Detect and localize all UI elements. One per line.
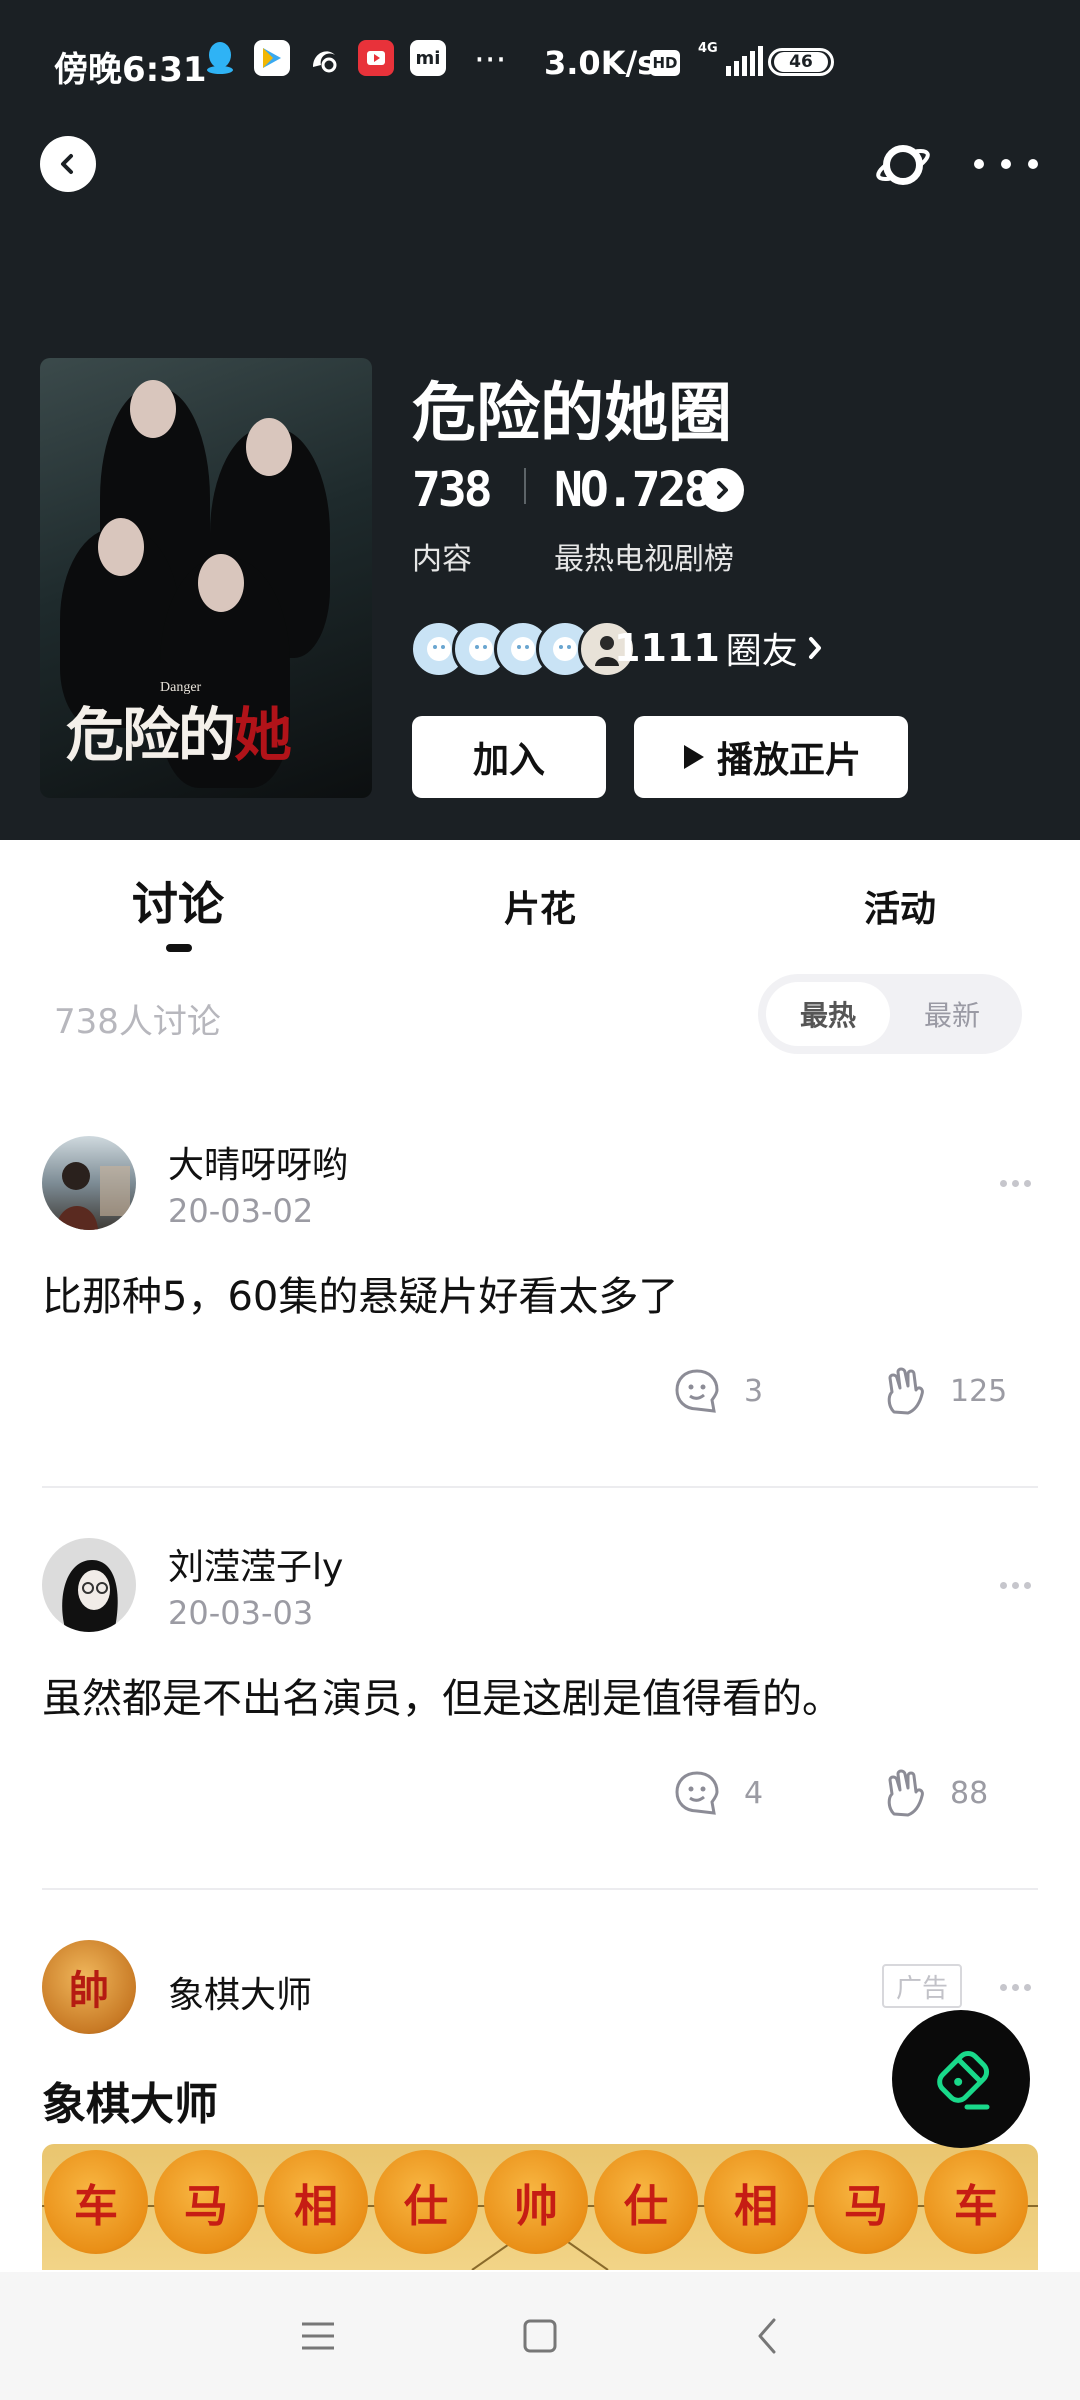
rank-label[interactable]: 最热电视剧榜 (554, 534, 734, 578)
discussion-count: 738人讨论 (54, 1002, 221, 1042)
like-hand-icon (887, 1769, 924, 1817)
avatar[interactable] (42, 1136, 136, 1230)
mi-icon: mi (410, 40, 446, 76)
post-divider (42, 1888, 1038, 1890)
chess-piece: 车 (44, 2150, 148, 2254)
post-divider (42, 1486, 1038, 1488)
content-label: 内容 (412, 542, 472, 577)
tab-active-indicator (166, 944, 192, 952)
chess-piece: 相 (704, 2150, 808, 2254)
ad-title[interactable]: 象棋大师 (42, 2068, 218, 2132)
chess-piece: 仕 (374, 2150, 478, 2254)
play-icon (683, 745, 704, 769)
back-triangle-icon[interactable] (746, 2314, 790, 2358)
chess-piece: 车 (924, 2150, 1028, 2254)
stat-divider (524, 468, 526, 504)
ad-badge: 广告 (882, 1964, 962, 2008)
status-bar: 傍晚6:31 mi ··· 3.0K/s HD 4G 46 (0, 0, 1080, 130)
video-app-icon (358, 40, 394, 76)
like-button[interactable]: 125 (884, 1366, 1007, 1416)
post-more-icon[interactable] (1000, 1180, 1031, 1187)
poster-title-accent: 她 (234, 701, 292, 769)
rank-number[interactable]: NO.728 (554, 462, 712, 518)
post-date: 20-03-03 (168, 1594, 314, 1632)
like-button[interactable]: 88 (884, 1768, 988, 1818)
content-count: 738 (412, 462, 493, 518)
post-username[interactable]: 刘滢滢子ly (168, 1538, 343, 1590)
chess-piece: 相 (264, 2150, 368, 2254)
member-avatars[interactable] (410, 620, 636, 678)
circle-header: 傍晚6:31 mi ··· 3.0K/s HD 4G 46 Danger 危险的… (0, 0, 1080, 840)
post-username[interactable]: 大晴呀呀哟 (168, 1136, 348, 1188)
status-net-speed: 3.0K/s (544, 44, 657, 82)
back-icon (61, 154, 73, 174)
sort-toggle[interactable]: 最热 最新 (758, 974, 1022, 1054)
comment-button[interactable]: 4 (672, 1768, 763, 1818)
battery-level: 46 (774, 52, 828, 72)
chess-piece: 仕 (594, 2150, 698, 2254)
sort-hot-option[interactable]: 最热 (766, 982, 890, 1046)
post-more-icon[interactable] (1000, 1984, 1031, 1991)
uc-browser-icon (306, 40, 342, 76)
tab-events[interactable]: 活动 (864, 880, 936, 932)
post-date: 20-03-02 (168, 1192, 314, 1230)
hd-badge: HD (650, 50, 680, 76)
members-count: 1111 (614, 626, 720, 670)
status-overflow: ··· (474, 40, 507, 80)
more-icon[interactable] (974, 140, 1038, 188)
like-count: 88 (950, 1775, 989, 1811)
system-nav-bar (0, 2272, 1080, 2400)
menu-icon[interactable] (296, 2314, 340, 2358)
like-count: 125 (950, 1373, 1008, 1409)
comment-icon (675, 1369, 719, 1413)
join-button[interactable]: 加入 (412, 716, 606, 798)
sort-new-option[interactable]: 最新 (890, 982, 1014, 1046)
tab-clips[interactable]: 片花 (504, 880, 576, 932)
members-link[interactable]: 1111 圈友 (614, 622, 826, 674)
home-square-icon[interactable] (518, 2314, 562, 2358)
rank-chevron-button[interactable] (700, 468, 744, 512)
network-type: 4G (698, 41, 718, 56)
circle-title: 危险的她圈 (412, 377, 732, 451)
play-episode-button[interactable]: 播放正片 (634, 716, 908, 798)
play-store-icon (254, 40, 290, 76)
chess-piece: 帅 (484, 2150, 588, 2254)
advertiser-name[interactable]: 象棋大师 (168, 1966, 312, 2018)
write-post-button[interactable] (892, 2010, 1030, 2148)
chess-piece: 马 (154, 2150, 258, 2254)
planet-icon[interactable] (874, 136, 932, 194)
status-time: 傍晚6:31 (54, 50, 207, 90)
post-text[interactable]: 虽然都是不出名演员，但是这剧是值得看的。 (42, 1666, 842, 1724)
chevron-right-icon (808, 637, 821, 659)
advertiser-avatar[interactable]: 帥 (42, 1940, 136, 2034)
comment-button[interactable]: 3 (672, 1366, 763, 1416)
like-hand-icon (887, 1367, 924, 1415)
post-more-icon[interactable] (1000, 1582, 1031, 1589)
advertiser-avatar-glyph: 帥 (69, 1967, 109, 2014)
status-app-icons: mi (202, 40, 446, 76)
poster-title: 危险的她 (66, 688, 292, 772)
edit-pen-icon (937, 2050, 990, 2110)
post-text[interactable]: 比那种5，60集的悬疑片好看太多了 (42, 1264, 678, 1322)
ad-banner-image[interactable]: 车 马 相 仕 帅 仕 相 马 车 (42, 2144, 1038, 2270)
tab-discussion[interactable]: 讨论 (132, 868, 224, 934)
signal-icon (726, 46, 763, 76)
drama-poster[interactable]: Danger 危险的她 (40, 358, 372, 798)
chess-piece: 马 (814, 2150, 918, 2254)
comment-count: 4 (744, 1775, 764, 1811)
chevron-right-icon (717, 481, 728, 499)
comment-icon (675, 1771, 719, 1815)
qq-icon (202, 40, 238, 76)
back-button[interactable] (40, 136, 96, 192)
avatar[interactable] (42, 1538, 136, 1632)
battery-icon: 46 (768, 48, 834, 76)
poster-title-main: 危险的 (66, 701, 236, 769)
comment-count: 3 (744, 1373, 764, 1409)
members-unit: 圈友 (725, 631, 798, 672)
play-episode-label: 播放正片 (716, 740, 861, 781)
